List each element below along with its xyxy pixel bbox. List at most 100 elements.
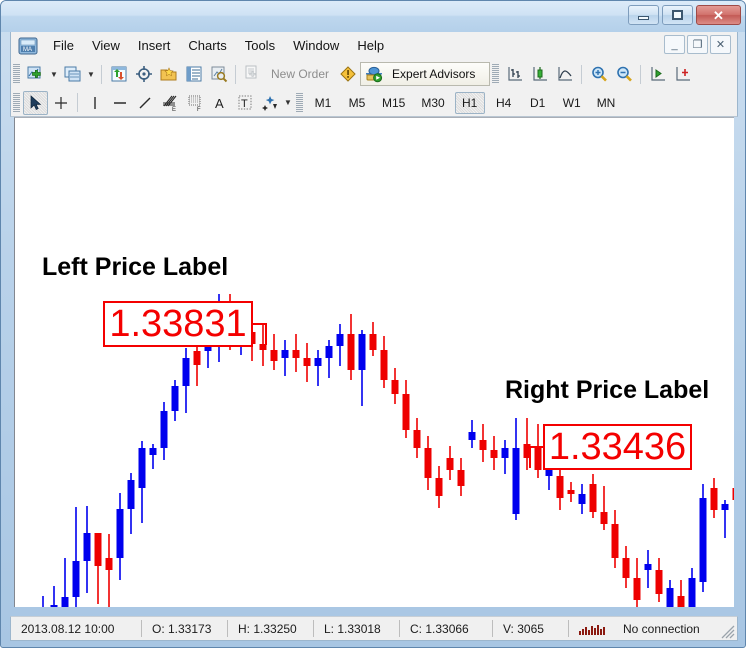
right-price-label-connector-hook <box>529 446 531 468</box>
shapes-dropdown-caret-icon[interactable]: ▼ <box>282 91 294 115</box>
mdi-restore-button[interactable]: ❐ <box>687 35 708 54</box>
timeframe-m15[interactable]: M15 <box>376 92 411 114</box>
new-order-icon <box>240 62 265 86</box>
mdi-close-button[interactable]: ✕ <box>710 35 731 54</box>
status-bar: 2013.08.12 10:00 O: 1.33173 H: 1.33250 L… <box>10 616 738 641</box>
left-price-label[interactable]: 1.33831 <box>103 301 253 347</box>
left-price-label-title: Left Price Label <box>42 253 229 281</box>
left-price-label-value: 1.33831 <box>109 303 247 345</box>
crosshair-icon[interactable] <box>48 91 73 115</box>
menu-item-file[interactable]: File <box>44 34 83 57</box>
menu-bar: MA File View Insert Charts Tools Window … <box>10 32 738 59</box>
menu-item-help[interactable]: Help <box>348 34 393 57</box>
toolbar-grip[interactable] <box>13 92 20 113</box>
window-maximize-button[interactable] <box>662 5 693 25</box>
data-window-icon[interactable] <box>156 62 181 86</box>
signal-bar <box>594 627 596 635</box>
menu-item-insert[interactable]: Insert <box>129 34 180 57</box>
new-chart-dropdown-caret-icon[interactable]: ▼ <box>48 62 60 86</box>
toolbar-separator <box>640 64 642 84</box>
timeframe-mn[interactable]: MN <box>591 92 622 114</box>
timeframe-m5[interactable]: M5 <box>342 92 372 114</box>
profiles-dropdown-caret-icon[interactable]: ▼ <box>85 62 97 86</box>
terminal-icon[interactable] <box>181 62 206 86</box>
timeframe-h4[interactable]: H4 <box>489 92 519 114</box>
status-connection[interactable]: No connection <box>613 620 710 637</box>
bar-chart-icon[interactable] <box>502 62 527 86</box>
horizontal-line-icon[interactable] <box>107 91 132 115</box>
timeframe-w1[interactable]: W1 <box>557 92 587 114</box>
chart-shift-icon[interactable] <box>670 62 695 86</box>
signal-bar <box>597 624 599 635</box>
chart-panel[interactable]: Left Price Label Right Price Label 1.33831… <box>14 117 734 607</box>
equidistant-channel-icon[interactable]: F <box>182 91 207 115</box>
right-price-label-title: Right Price Label <box>505 376 710 404</box>
alert-icon[interactable] <box>335 62 360 86</box>
toolbar-grip[interactable] <box>296 92 303 113</box>
right-price-label-connector <box>529 446 543 448</box>
toolbar-grip[interactable] <box>13 64 20 84</box>
line-chart-icon[interactable] <box>552 62 577 86</box>
profiles-icon[interactable] <box>60 62 85 86</box>
candlestick-chart <box>42 294 734 607</box>
svg-text:E: E <box>172 107 176 112</box>
expert-advisors-button[interactable]: Expert Advisors <box>360 62 491 86</box>
window-titlebar: ✕ <box>1 1 745 32</box>
market-watch-icon[interactable] <box>106 62 131 86</box>
left-price-label-connector-hook <box>265 323 267 345</box>
menu-item-charts[interactable]: Charts <box>179 34 235 57</box>
maximize-icon <box>672 10 683 20</box>
timeframe-m1[interactable]: M1 <box>308 92 338 114</box>
line-studies-toolbar: E F A T ▼ M1 M5 M15 M30 H1 H4 D1 W1 MN <box>10 89 738 117</box>
status-close: C: 1.33066 <box>410 621 469 636</box>
shapes-icon[interactable] <box>257 91 282 115</box>
text-icon[interactable]: A <box>207 91 232 115</box>
signal-bar <box>582 628 584 635</box>
status-volume: V: 3065 <box>503 621 544 636</box>
toolbar-separator <box>101 64 102 84</box>
toolbar-grip[interactable] <box>492 64 500 84</box>
window-minimize-button[interactable] <box>628 5 659 25</box>
expert-advisors-icon <box>361 62 386 86</box>
mt4-application-window: ✕ MA File View Insert Charts Tools Windo… <box>0 0 746 648</box>
cursor-icon[interactable] <box>23 90 48 115</box>
expert-advisors-label: Expert Advisors <box>392 67 476 81</box>
menu-item-tools[interactable]: Tools <box>236 34 284 57</box>
status-datetime: 2013.08.12 10:00 <box>21 621 115 636</box>
auto-scroll-icon[interactable] <box>645 62 670 86</box>
new-order-label[interactable]: New Order <box>265 67 335 81</box>
signal-bar <box>588 629 590 635</box>
trendline-icon[interactable] <box>132 91 157 115</box>
menu-item-view[interactable]: View <box>83 34 129 57</box>
menu-item-window[interactable]: Window <box>284 34 348 57</box>
vertical-line-icon[interactable] <box>82 91 107 115</box>
signal-bar <box>591 625 593 635</box>
signal-bar <box>603 626 605 635</box>
resize-grip[interactable] <box>721 625 735 639</box>
new-chart-icon[interactable] <box>23 62 48 86</box>
right-price-label-value: 1.33436 <box>548 426 687 468</box>
zoom-out-icon[interactable] <box>611 62 636 86</box>
window-close-button[interactable]: ✕ <box>696 5 741 25</box>
timeframe-h1[interactable]: H1 <box>454 91 485 114</box>
fibonacci-icon[interactable]: E <box>157 91 182 115</box>
candlestick-chart-icon[interactable] <box>527 62 552 86</box>
svg-text:MA: MA <box>23 47 32 53</box>
mdi-minimize-button[interactable]: _ <box>664 35 685 54</box>
text-label-icon[interactable]: T <box>232 91 257 115</box>
toolbar-separator <box>77 93 78 112</box>
timeframe-d1[interactable]: D1 <box>523 92 553 114</box>
signal-bars-icon[interactable] <box>569 623 613 635</box>
signal-bar <box>585 626 587 635</box>
close-icon: ✕ <box>713 7 724 23</box>
navigator-icon[interactable] <box>131 62 156 86</box>
minimize-icon <box>638 16 649 20</box>
right-price-label[interactable]: 1.33436 <box>543 424 692 470</box>
standard-toolbar: ▼ ▼ New Order Expert Advisors <box>10 59 738 89</box>
svg-text:F: F <box>197 107 201 112</box>
timeframe-group: M1 M5 M15 M30 H1 H4 D1 W1 MN <box>306 91 623 114</box>
timeframe-m30[interactable]: M30 <box>415 92 450 114</box>
strategy-tester-icon[interactable] <box>206 62 231 86</box>
zoom-in-icon[interactable] <box>586 62 611 86</box>
signal-bar <box>600 628 602 635</box>
